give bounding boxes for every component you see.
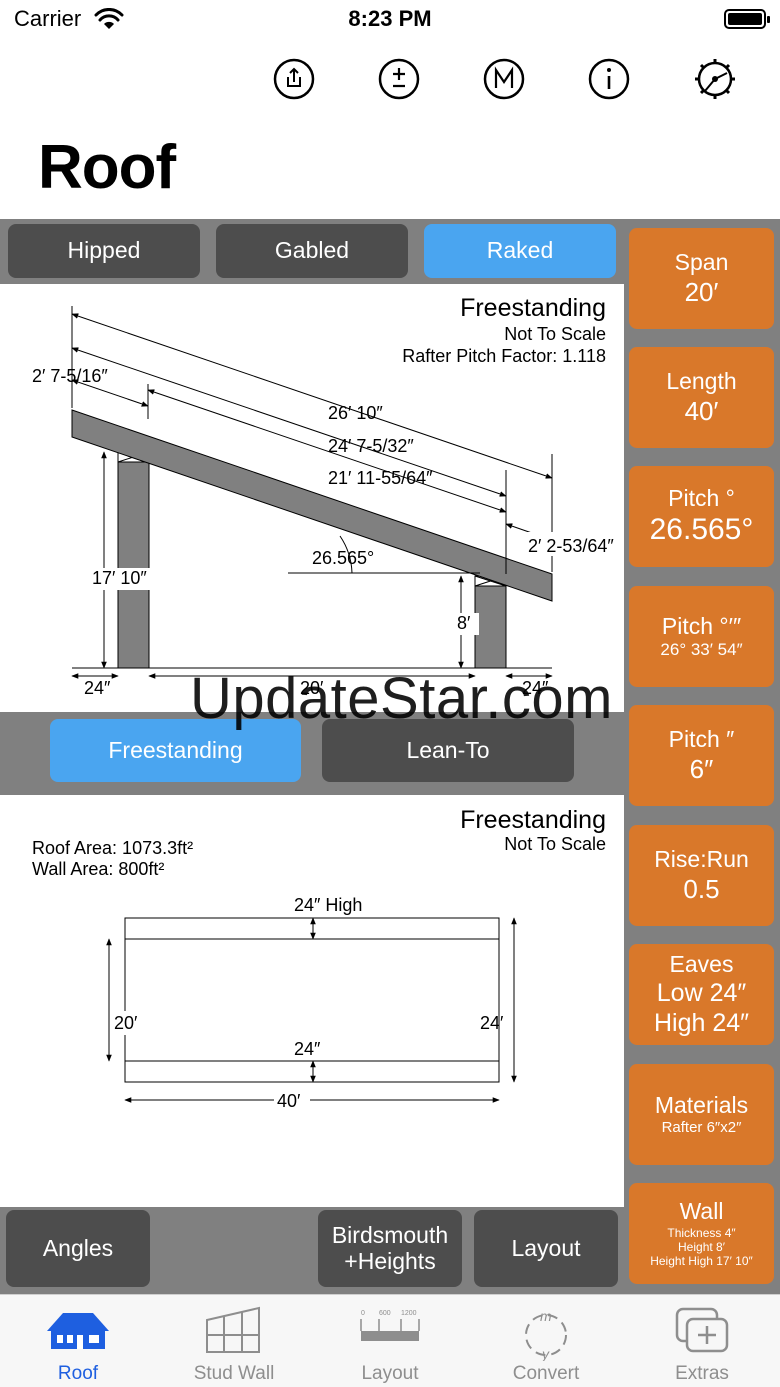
wall-height-high: Height High 17′ 10″ [650, 1254, 753, 1269]
svg-text:m: m [540, 1308, 552, 1324]
lower-overhang-dimension: 2′ 2-53/64″ [528, 536, 614, 556]
battery-icon [724, 9, 770, 29]
pitch-degrees-label: Pitch ° [668, 484, 735, 511]
tab-layout-label: Layout [361, 1363, 419, 1384]
tab-bar: Roof Stud Wall 0 600 1200 Layout m y Con… [0, 1294, 780, 1387]
birdsmouth-heights-button[interactable]: Birdsmouth +Heights [318, 1210, 462, 1287]
gabled-button[interactable]: Gabled [216, 224, 408, 278]
hipped-button[interactable]: Hipped [8, 224, 200, 278]
rafter-top-dimension: 24′ 7-5/32″ [328, 436, 414, 456]
raked-button[interactable]: Raked [424, 224, 616, 278]
low-post [474, 575, 507, 669]
stud-wall-icon [206, 1306, 260, 1353]
pitch-dms-button[interactable]: Pitch °′″ 26° 33′ 54″ [629, 586, 774, 687]
elevation-title: Freestanding [460, 294, 606, 322]
rafter-total-dimension: 26′ 10″ [328, 403, 383, 423]
bottom-eave-label: 24″ [294, 1039, 321, 1059]
span-label: Span [674, 249, 729, 276]
main-content: Hipped Gabled Raked Freestanding Not To … [0, 219, 780, 1294]
span-value: 20′ [684, 276, 719, 307]
freestanding-button[interactable]: Freestanding [50, 719, 301, 782]
rise-run-value: 0.5 [683, 873, 720, 904]
pitch-dms-label: Pitch °′″ [661, 612, 742, 639]
pitch-degrees-value: 26.565° [649, 513, 754, 547]
rise-run-button[interactable]: Rise:Run 0.5 [629, 825, 774, 926]
lean-to-button[interactable]: Lean-To [322, 719, 574, 782]
pitch-inches-button[interactable]: Pitch ″ 6″ [629, 705, 774, 806]
roof-area: Roof Area: 1073.3ft² [32, 838, 193, 858]
wall-button[interactable]: Wall Thickness 4″ Height 8′ Height High … [629, 1183, 774, 1284]
length-button[interactable]: Length 40′ [629, 347, 774, 448]
tab-stud-wall[interactable]: Stud Wall [156, 1295, 312, 1387]
rafter-span-dimension: 21′ 11-55/64″ [328, 468, 433, 488]
right-eave-dimension: 24″ [522, 678, 549, 698]
plan-title: Freestanding [460, 806, 606, 834]
wall-label: Wall [679, 1198, 724, 1225]
length-dimension: 40′ [277, 1091, 301, 1111]
elevation-subtitle: Not To Scale [504, 324, 606, 344]
plan-drawing: Freestanding Not To Scale Roof Area: 107… [32, 806, 606, 1111]
eaves-high-value: High 24″ [653, 1009, 750, 1038]
svg-text:600: 600 [379, 1310, 391, 1317]
pitch-dms-value: 26° 33′ 54″ [660, 640, 743, 660]
materials-label: Materials [654, 1091, 749, 1118]
extras-icon [675, 1307, 729, 1353]
high-post [117, 451, 150, 669]
left-eave-dimension: 24″ [84, 678, 111, 698]
eaves-label: Eaves [669, 950, 734, 977]
tab-layout[interactable]: 0 600 1200 Layout [312, 1295, 468, 1387]
eaves-button[interactable]: Eaves Low 24″ High 24″ [629, 944, 774, 1045]
convert-icon: m y [525, 1308, 567, 1361]
top-eave-label: 24″ High [294, 895, 362, 915]
high-wall-height: 17′ 10″ [92, 568, 147, 588]
status-bar: Carrier 8:23 PM [0, 0, 780, 40]
span-button[interactable]: Span 20′ [629, 228, 774, 329]
elevation-diagram: Freestanding Not To Scale Rafter Pitch F… [0, 284, 636, 712]
plan-diagram: Freestanding Not To Scale Roof Area: 107… [0, 795, 624, 1207]
pitch-inches-label: Pitch ″ [668, 726, 735, 753]
rise-run-label: Rise:Run [654, 846, 749, 873]
wall-thickness: Thickness 4″ [667, 1225, 736, 1240]
m-icon[interactable] [482, 57, 526, 101]
length-value: 40′ [684, 395, 719, 426]
angles-button[interactable]: Angles [6, 1210, 150, 1287]
gear-icon[interactable] [693, 57, 737, 101]
pitch-inches-value: 6″ [689, 753, 714, 784]
tab-convert-label: Convert [512, 1363, 580, 1384]
tab-roof[interactable]: Roof [0, 1295, 156, 1387]
tab-convert[interactable]: m y Convert [468, 1295, 624, 1387]
house-icon [47, 1313, 109, 1349]
rafter-pitch-factor: Rafter Pitch Factor: 1.118 [402, 346, 606, 366]
low-wall-height: 8′ [457, 613, 471, 633]
eaves-low-value: Low 24″ [656, 979, 747, 1008]
page-title: Roof [38, 133, 176, 202]
wall-area: Wall Area: 800ft² [32, 859, 164, 879]
tab-stud-wall-label: Stud Wall [193, 1363, 275, 1384]
materials-value: Rafter 6″x2″ [661, 1119, 742, 1137]
layout-button[interactable]: Layout [474, 1210, 618, 1287]
plus-minus-icon[interactable] [377, 57, 421, 101]
pitch-angle-label: 26.565° [312, 548, 374, 568]
tab-extras[interactable]: Extras [624, 1295, 780, 1387]
elevation-drawing: Freestanding Not To Scale Rafter Pitch F… [32, 294, 636, 698]
wall-height: Height 8′ [678, 1240, 725, 1255]
left-width-dimension: 20′ [114, 1013, 138, 1033]
ruler-icon: 0 600 1200 [360, 1310, 420, 1341]
span-dimension: 20′ [300, 678, 324, 698]
materials-button[interactable]: Materials Rafter 6″x2″ [629, 1064, 774, 1165]
status-time: 8:23 PM [348, 6, 432, 31]
share-icon[interactable] [272, 57, 316, 101]
plan-subtitle: Not To Scale [504, 834, 606, 854]
tab-roof-label: Roof [57, 1363, 99, 1384]
tab-extras-label: Extras [675, 1363, 729, 1384]
right-width-dimension: 24′ [480, 1013, 504, 1033]
info-icon[interactable] [587, 57, 631, 101]
length-label: Length [666, 368, 737, 395]
pitch-degrees-button[interactable]: Pitch ° 26.565° [629, 466, 774, 567]
svg-text:0: 0 [361, 1310, 365, 1317]
overhang-dimension: 2′ 7-5/16″ [32, 366, 108, 386]
svg-text:y: y [541, 1346, 550, 1361]
svg-text:1200: 1200 [401, 1310, 417, 1317]
